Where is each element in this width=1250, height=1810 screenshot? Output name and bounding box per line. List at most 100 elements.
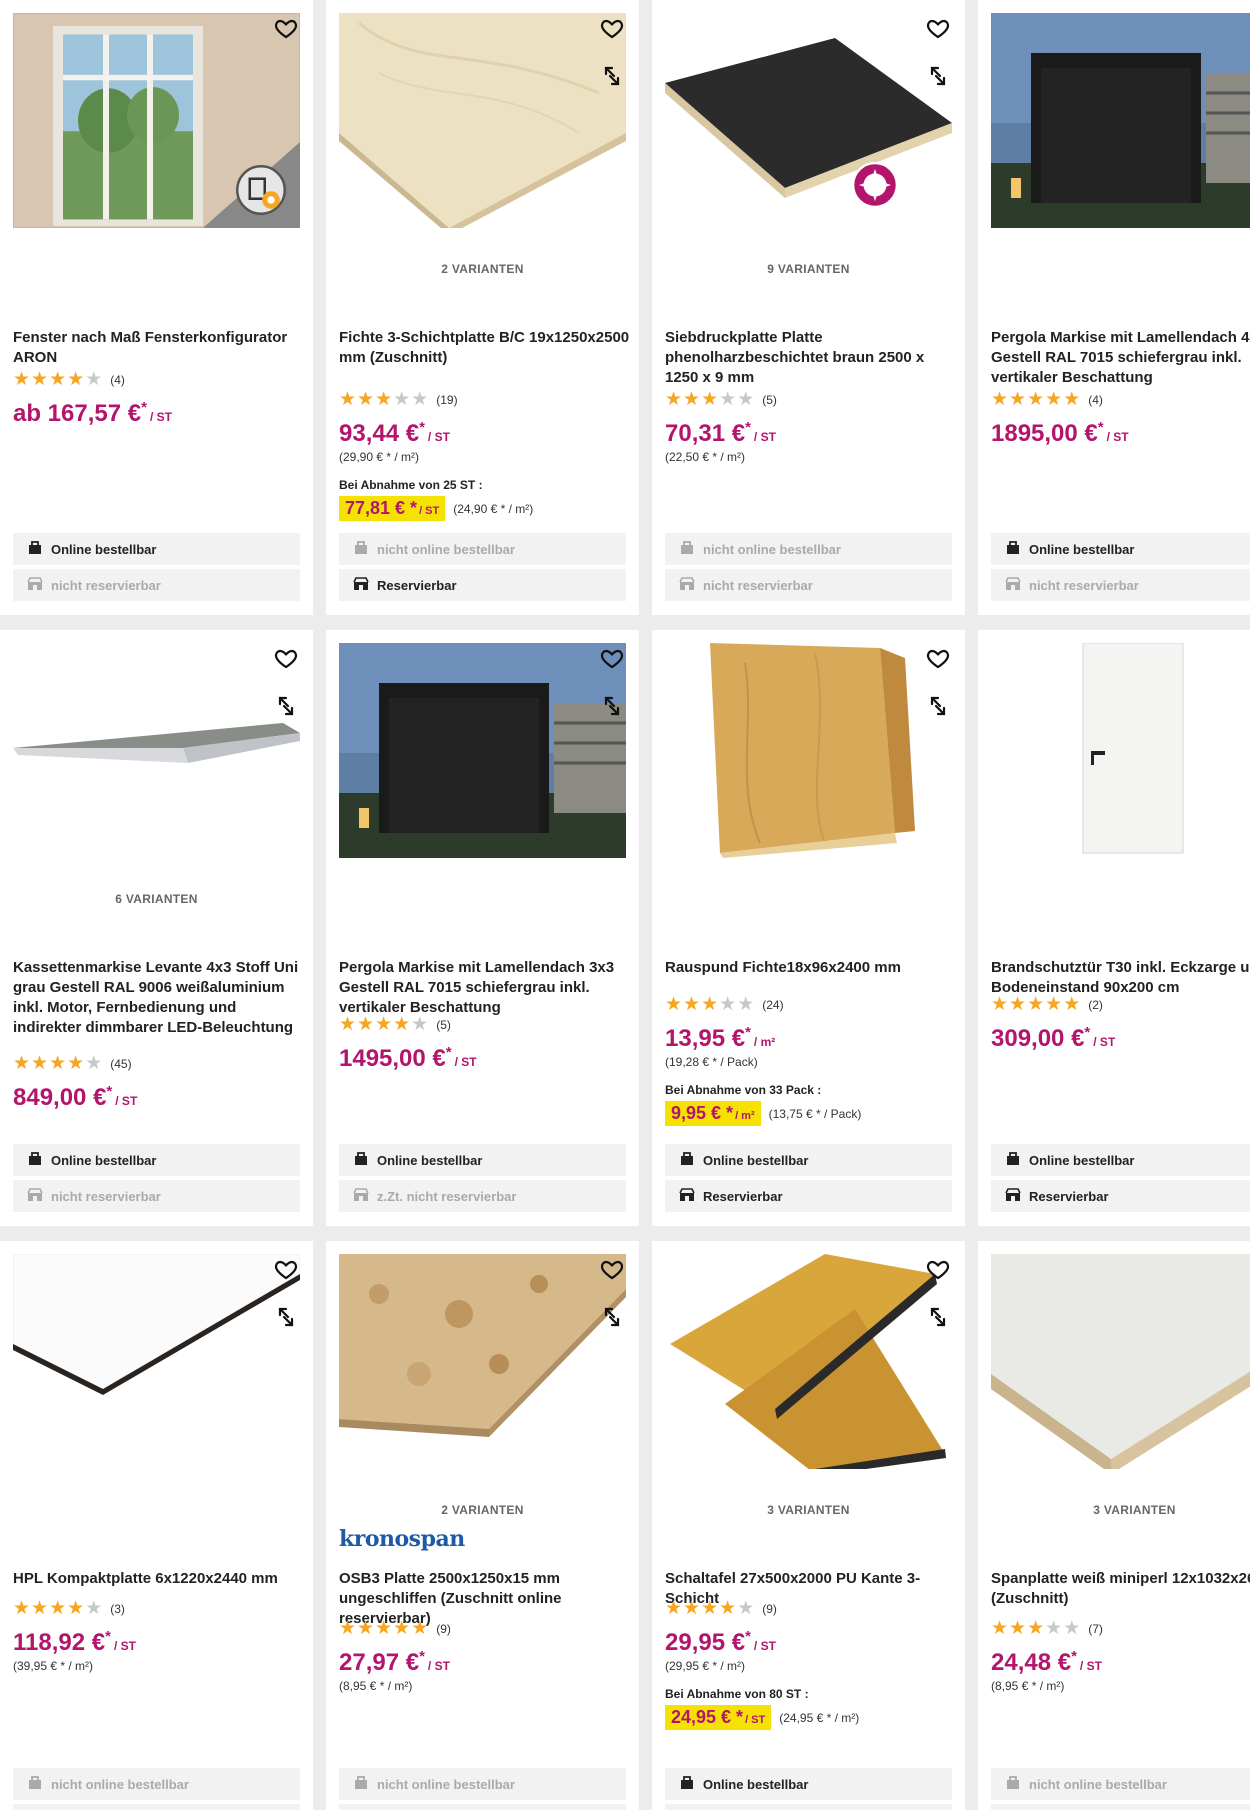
product-card[interactable]: 6 VARIANTEN Kassettenmarkise Levante 4x3 … [0, 630, 313, 1226]
product-card[interactable]: 2 VARIANTEN Fichte 3-Schichtplatte B/C 19… [326, 0, 639, 615]
reservation-status: nicht reservierbar [991, 569, 1250, 601]
variants-label[interactable]: 3 VARIANTEN [652, 1503, 965, 1517]
bulk-base-price: (24,95 € * / m²) [779, 1710, 860, 1725]
product-card[interactable]: 3 VARIANTEN Spanplatte weiß miniperl 12x1… [978, 1241, 1250, 1810]
product-image[interactable] [991, 1254, 1250, 1469]
rating-stars[interactable]: ★ ★ ★ ★ ★ (5) [665, 388, 957, 411]
online-order-status: Online bestellbar [665, 1144, 952, 1176]
wishlist-heart-icon[interactable] [924, 1255, 952, 1283]
rating-stars[interactable]: ★ ★ ★ ★ ★ (7) [991, 1617, 1250, 1640]
price-block: ★ ★ ★ ★ ★ (5) 1495,00 €*/ ST [339, 1013, 631, 1073]
star-icon: ★ [31, 1598, 50, 1619]
product-card[interactable]: HPL Kompaktplatte 6x1220x2440 mm ★ ★ ★ ★ ★ (3)… [0, 1241, 313, 1810]
product-title[interactable]: Spanplatte weiß miniperl 12x1032x2650 (Z… [991, 1569, 1250, 1609]
star-icon: ★ [665, 1598, 684, 1619]
store-icon [27, 1187, 51, 1206]
product-card[interactable]: 3 VARIANTEN Schaltafel 27x500x2000 PU Kan… [652, 1241, 965, 1810]
compare-icon[interactable] [272, 1301, 300, 1333]
product-card[interactable]: 9 VARIANTEN Siebdruckplatte Platte phenol… [652, 0, 965, 615]
product-card[interactable]: Pergola Markise mit Lamellendach 3x3 Ges… [326, 630, 639, 1226]
rating-stars[interactable]: ★ ★ ★ ★ ★ (3) [13, 1597, 305, 1620]
rating-stars[interactable]: ★ ★ ★ ★ ★ (9) [665, 1597, 957, 1620]
wishlist-heart-icon[interactable] [598, 14, 626, 42]
rating-stars[interactable]: ★ ★ ★ ★ ★ (9) [339, 1617, 631, 1640]
product-title[interactable]: Rauspund Fichte18x96x2400 mm [665, 958, 957, 978]
compare-icon[interactable] [598, 690, 626, 722]
product-image[interactable] [339, 1254, 626, 1469]
product-card[interactable]: Fenster nach Maß Fensterkonfigurator ARO… [0, 0, 313, 615]
star-icon: ★ [737, 1598, 756, 1619]
product-image[interactable] [991, 13, 1250, 228]
product-card[interactable]: Brandschutztür T30 inkl. Eckzarge und Bo… [978, 630, 1250, 1226]
rating-stars[interactable]: ★ ★ ★ ★ ★ (2) [991, 993, 1250, 1016]
variants-label[interactable]: 3 VARIANTEN [978, 1503, 1250, 1517]
product-image[interactable] [13, 1254, 300, 1469]
wishlist-heart-icon[interactable] [272, 14, 300, 42]
star-icon: ★ [1027, 994, 1046, 1015]
star-icon: ★ [1009, 1618, 1028, 1639]
product-title[interactable]: Fichte 3-Schichtplatte B/C 19x1250x2500 … [339, 328, 631, 368]
price-block: ★ ★ ★ ★ ★ (2) 309,00 €*/ ST [991, 993, 1250, 1053]
star-icon: ★ [411, 1014, 430, 1035]
cart-icon [27, 540, 51, 559]
compare-icon[interactable] [272, 690, 300, 722]
product-image[interactable] [13, 643, 300, 858]
online-order-label: nicht online bestellbar [377, 541, 515, 557]
bulk-base-price: (13,75 € * / Pack) [768, 1106, 862, 1121]
compare-icon[interactable] [924, 690, 952, 722]
star-icon: ★ [49, 1053, 68, 1074]
product-image[interactable] [665, 643, 952, 858]
rating-stars[interactable]: ★ ★ ★ ★ ★ (4) [13, 368, 305, 391]
rating-stars[interactable]: ★ ★ ★ ★ ★ (4) [991, 388, 1250, 411]
reservation-label: z.Zt. nicht reservierbar [377, 1188, 517, 1204]
wishlist-heart-icon[interactable] [924, 14, 952, 42]
compare-icon[interactable] [598, 1301, 626, 1333]
product-title[interactable]: HPL Kompaktplatte 6x1220x2440 mm [13, 1569, 305, 1589]
product-image[interactable] [339, 643, 626, 858]
wishlist-heart-icon[interactable] [272, 1255, 300, 1283]
compare-icon[interactable] [598, 60, 626, 92]
product-title[interactable]: Pergola Markise mit Lamellendach 4x3 Ges… [991, 328, 1250, 388]
product-card[interactable]: 2 VARIANTEN kronospan OSB3 Platte 2500x125… [326, 1241, 639, 1810]
product-card[interactable]: Pergola Markise mit Lamellendach 4x3 Ges… [978, 0, 1250, 615]
bulk-base-price: (24,90 € * / m²) [453, 501, 534, 516]
wishlist-heart-icon[interactable] [272, 644, 300, 672]
product-title[interactable]: Siebdruckplatte Platte phenolharzbeschic… [665, 328, 957, 388]
variants-label[interactable]: 6 VARIANTEN [0, 892, 313, 906]
online-order-status: Online bestellbar [991, 1144, 1250, 1176]
product-card[interactable]: Rauspund Fichte18x96x2400 mm ★ ★ ★ ★ ★ (24) 13,… [652, 630, 965, 1226]
product-title[interactable]: Fenster nach Maß Fensterkonfigurator ARO… [13, 328, 305, 368]
variants-label[interactable]: 2 VARIANTEN [326, 262, 639, 276]
wishlist-heart-icon[interactable] [924, 644, 952, 672]
star-icon: ★ [1045, 1618, 1064, 1639]
wishlist-heart-icon[interactable] [598, 1255, 626, 1283]
rating-stars[interactable]: ★ ★ ★ ★ ★ (24) [665, 993, 957, 1016]
price-block: ★ ★ ★ ★ ★ (24) 13,95 €*/ m² (19,28 € * / Pack) B… [665, 993, 957, 1126]
cart-icon [353, 540, 377, 559]
variants-label[interactable]: 2 VARIANTEN [326, 1503, 639, 1517]
wishlist-heart-icon[interactable] [598, 644, 626, 672]
product-image[interactable] [991, 643, 1250, 858]
product-image[interactable] [339, 13, 626, 228]
product-image[interactable] [665, 13, 952, 228]
rating-stars[interactable]: ★ ★ ★ ★ ★ (5) [339, 1013, 631, 1036]
compare-icon[interactable] [924, 1301, 952, 1333]
product-title[interactable]: Pergola Markise mit Lamellendach 3x3 Ges… [339, 958, 631, 1018]
variants-label[interactable]: 9 VARIANTEN [652, 262, 965, 276]
product-price: 309,00 €*/ ST [991, 1024, 1250, 1053]
product-price: 1495,00 €*/ ST [339, 1044, 631, 1073]
star-icon: ★ [13, 1053, 32, 1074]
store-icon [353, 576, 377, 595]
rating-stars[interactable]: ★ ★ ★ ★ ★ (45) [13, 1052, 305, 1075]
rating-stars[interactable]: ★ ★ ★ ★ ★ (19) [339, 388, 631, 411]
star-icon: ★ [85, 369, 104, 390]
price-block: ★ ★ ★ ★ ★ (9) 27,97 €*/ ST (8,95 € * / m²) [339, 1617, 631, 1693]
product-title[interactable]: Kassettenmarkise Levante 4x3 Stoff Uni g… [13, 958, 305, 1038]
star-icon: ★ [31, 1053, 50, 1074]
product-price: ab 167,57 €*/ ST [13, 399, 305, 428]
product-image[interactable] [665, 1254, 952, 1469]
product-title[interactable]: Brandschutztür T30 inkl. Eckzarge und Bo… [991, 958, 1250, 998]
compare-icon[interactable] [924, 60, 952, 92]
star-icon: ★ [393, 389, 412, 410]
price-block: ★ ★ ★ ★ ★ (4) ab 167,57 €*/ ST [13, 368, 305, 428]
